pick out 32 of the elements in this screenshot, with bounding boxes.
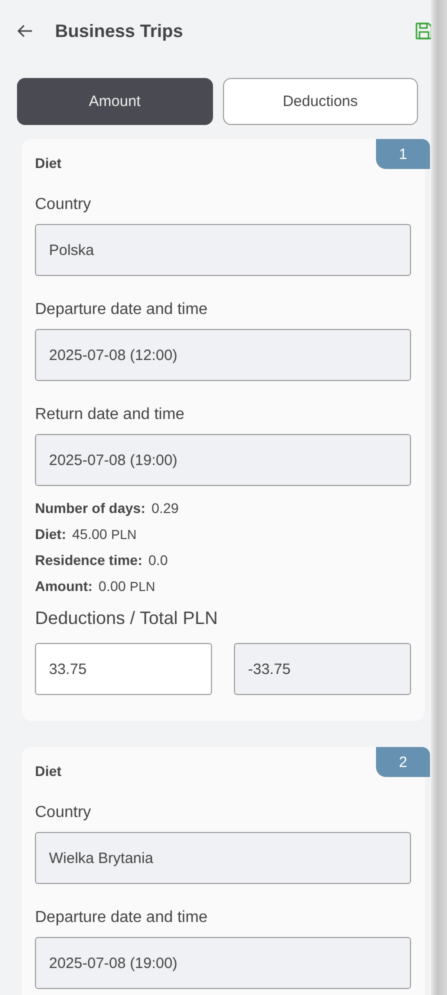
stat-value: 0.0 <box>148 552 168 568</box>
field-label: Departure date and time <box>35 909 209 927</box>
input-field[interactable]: 33.75 <box>35 643 212 695</box>
field-label: Country <box>35 196 92 214</box>
trip-number-badge: 2 <box>376 747 430 777</box>
save-icon[interactable] <box>414 21 434 41</box>
trip-number-badge: 1 <box>376 139 430 169</box>
field-label: Return date and time <box>35 406 186 424</box>
totals-heading: Deductions / Total PLN <box>35 608 219 629</box>
field-label: Departure date and time <box>35 301 209 319</box>
input-field[interactable]: -33.75 <box>234 643 411 695</box>
page-title: Business Trips <box>55 20 184 42</box>
currency-unit: PLN <box>130 579 156 594</box>
back-arrow-icon[interactable] <box>17 24 33 38</box>
field-label: Country <box>35 804 92 822</box>
currency-unit: PLN <box>111 527 136 542</box>
stat-label: Residence time: <box>35 552 142 568</box>
stat-label: Amount: <box>35 578 93 594</box>
input-field[interactable]: Polska <box>35 224 411 276</box>
trip-type: Diet <box>35 155 62 171</box>
tab[interactable]: Deductions <box>222 78 418 125</box>
input-field[interactable]: 2025-07-08 (12:00) <box>35 329 411 381</box>
trip-type: Diet <box>35 763 62 779</box>
stat-value: 0.00 <box>98 578 126 594</box>
stat-label: Diet: <box>35 526 66 542</box>
tab[interactable]: Amount <box>17 78 212 125</box>
stat-value: 0.29 <box>151 500 179 516</box>
input-field[interactable]: 2025-07-08 (19:00) <box>35 434 411 486</box>
stat-value: 45.00 <box>72 526 108 542</box>
input-field[interactable]: 2025-07-08 (19:00) <box>35 937 411 989</box>
input-field[interactable]: Wielka Brytania <box>35 832 411 884</box>
stat-label: Number of days: <box>35 500 146 516</box>
